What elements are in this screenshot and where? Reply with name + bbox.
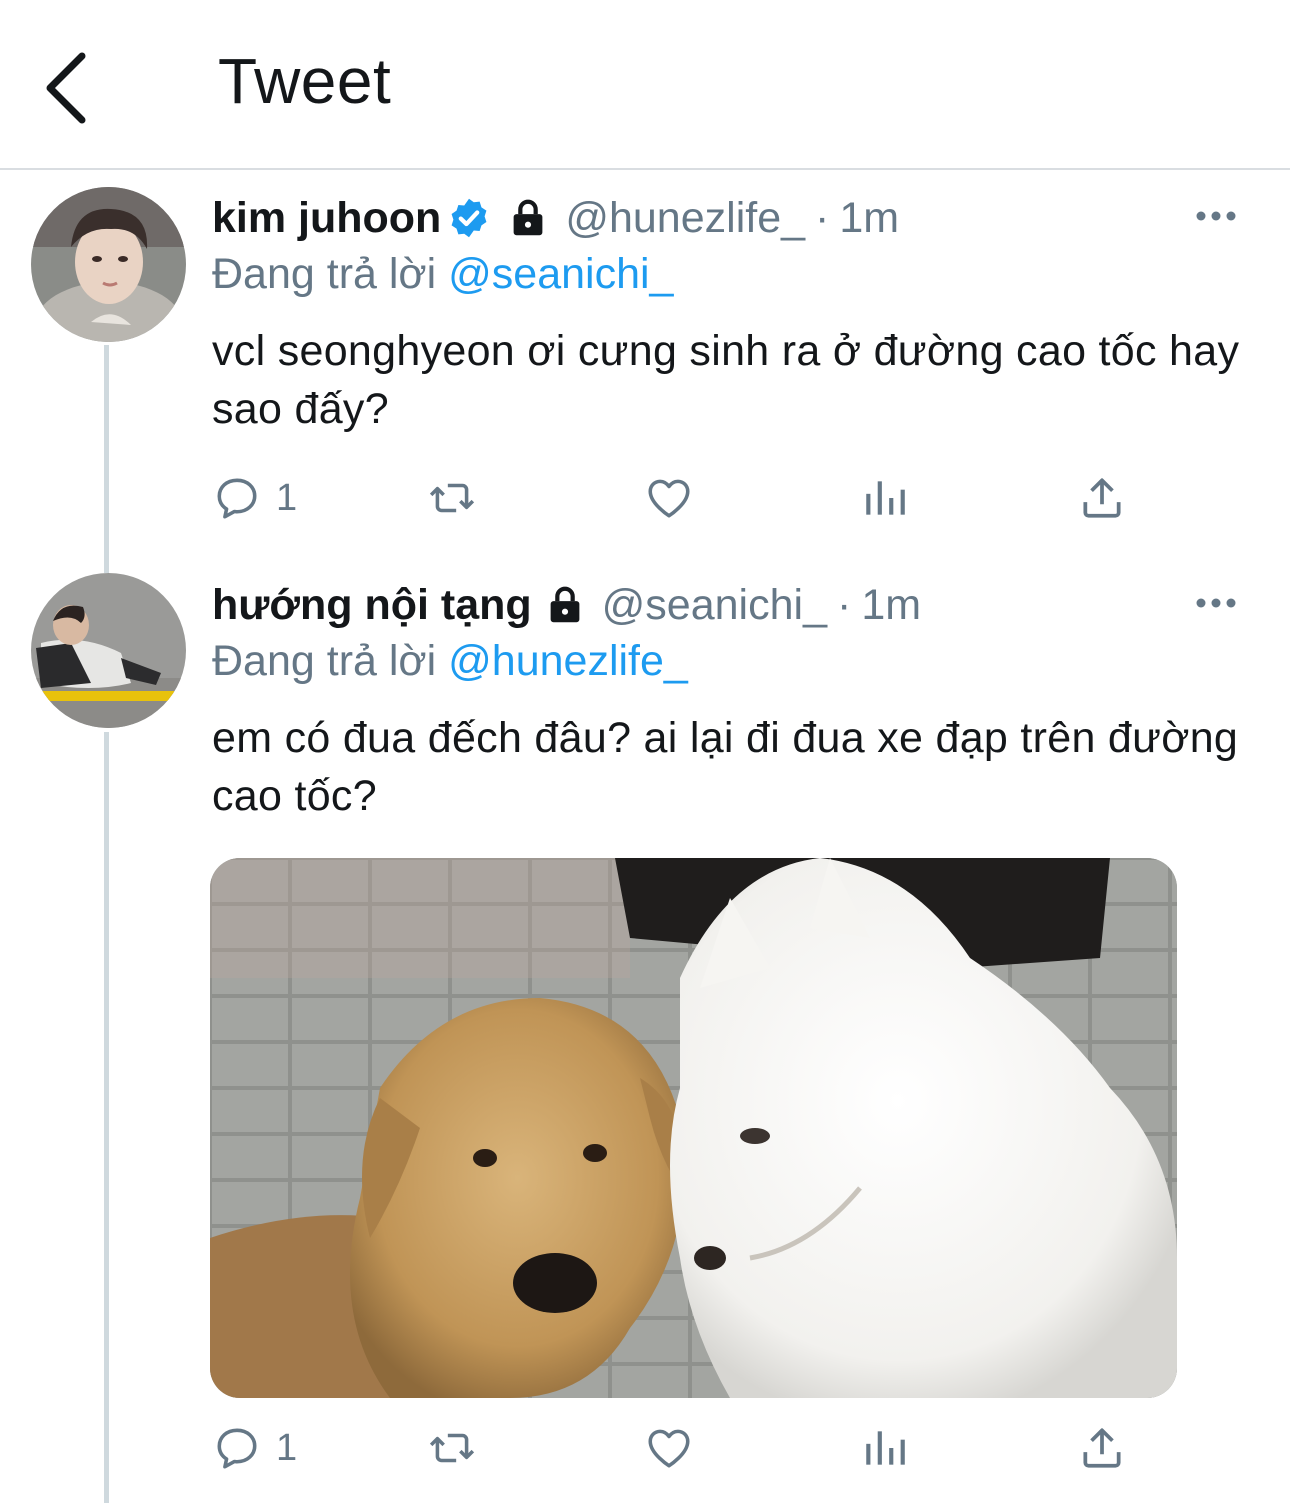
- share-button[interactable]: [1077, 468, 1127, 528]
- avatar[interactable]: [31, 187, 186, 342]
- thread-connector: [104, 732, 109, 1503]
- replying-to: Đang trả lời @hunezlife_: [212, 637, 688, 686]
- display-name[interactable]: hướng nội tạng: [212, 581, 532, 630]
- tweet-text: vcl seonghyeon ơi cưng sinh ra ở đường c…: [212, 327, 1240, 433]
- tweet-header: kim juhoon @hunezlife_ · 1m: [212, 188, 899, 248]
- replying-prefix: Đang trả lời: [212, 250, 437, 298]
- timestamp[interactable]: 1m: [839, 194, 899, 243]
- avatar[interactable]: [31, 573, 186, 728]
- like-button[interactable]: [644, 1418, 694, 1478]
- lock-icon: [550, 586, 580, 623]
- mention-link[interactable]: @hunezlife_: [448, 637, 688, 685]
- page-title: Tweet: [218, 45, 392, 117]
- analytics-icon: [866, 1431, 905, 1465]
- analytics-icon: [866, 481, 905, 515]
- user-handle[interactable]: @seanichi_: [602, 581, 827, 630]
- user-avatar-icon: [31, 187, 186, 342]
- reply-button[interactable]: 1: [212, 468, 297, 528]
- like-button[interactable]: [644, 468, 694, 528]
- reply-count: 1: [276, 476, 298, 519]
- reply-icon: [217, 478, 257, 519]
- retweet-icon: [429, 1433, 475, 1463]
- chevron-left-icon: [46, 52, 86, 124]
- replying-to: Đang trả lời @seanichi_: [212, 250, 673, 299]
- back-button[interactable]: [36, 46, 106, 126]
- share-icon: [1083, 478, 1121, 518]
- tweet-thread-page: Tweet kim juhoon @hunezlife_ · 1m Đang t…: [0, 0, 1290, 1503]
- tweet-actions: 1: [212, 468, 1152, 528]
- timestamp[interactable]: 1m: [861, 581, 921, 630]
- share-button[interactable]: [1077, 1418, 1127, 1478]
- lock-icon: [513, 199, 543, 236]
- heart-icon: [648, 479, 690, 518]
- dogs-photo-icon: [210, 858, 1177, 1398]
- more-options-icon[interactable]: [1196, 210, 1236, 222]
- user-handle[interactable]: @hunezlife_: [565, 194, 805, 243]
- separator-dot: ·: [837, 580, 852, 629]
- heart-icon: [648, 1429, 690, 1468]
- thread-connector: [104, 345, 109, 573]
- tweet-photo[interactable]: [210, 858, 1177, 1398]
- retweet-button[interactable]: [427, 468, 477, 528]
- more-options-icon[interactable]: [1196, 597, 1236, 609]
- reply-button[interactable]: 1: [212, 1418, 297, 1478]
- reply-icon: [217, 1428, 257, 1469]
- tweet-text: em có đua đếch đâu? ai lại đi đua xe đạp…: [212, 714, 1239, 820]
- top-bar: Tweet: [0, 0, 1290, 170]
- reply-count: 1: [276, 1426, 298, 1469]
- separator-dot: ·: [815, 193, 830, 242]
- display-name[interactable]: kim juhoon: [212, 194, 441, 243]
- verified-badge-icon: [451, 198, 487, 238]
- user-avatar-icon: [31, 573, 186, 728]
- share-icon: [1083, 1428, 1121, 1468]
- tweet-header: hướng nội tạng @seanichi_ · 1m: [212, 575, 921, 635]
- analytics-button[interactable]: [860, 468, 910, 528]
- mention-link[interactable]: @seanichi_: [448, 250, 673, 298]
- replying-prefix: Đang trả lời: [212, 637, 437, 685]
- analytics-button[interactable]: [860, 1418, 910, 1478]
- tweet-actions: 1: [212, 1418, 1152, 1478]
- retweet-icon: [429, 483, 475, 513]
- retweet-button[interactable]: [427, 1418, 477, 1478]
